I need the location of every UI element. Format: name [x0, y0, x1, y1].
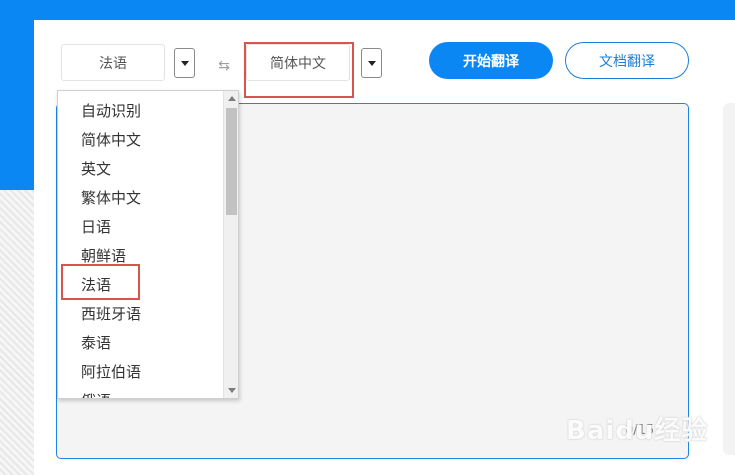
caret-down-icon	[367, 60, 376, 66]
header-blue-band	[0, 0, 735, 20]
scrollbar-thumb[interactable]	[226, 108, 237, 215]
dropdown-scrollbar[interactable]	[223, 91, 238, 398]
scroll-down-arrow-icon[interactable]	[228, 388, 236, 393]
hatched-background	[0, 190, 34, 475]
target-language-label: 简体中文	[270, 55, 326, 72]
baidu-watermark: Baidu经验	[566, 416, 709, 446]
language-option-japanese[interactable]: 日语	[58, 213, 222, 242]
language-option-korean[interactable]: 朝鲜语	[58, 242, 222, 271]
language-option-arabic[interactable]: 阿拉伯语	[58, 358, 222, 387]
language-option-simplified-chinese[interactable]: 简体中文	[58, 126, 222, 155]
scroll-up-arrow-icon[interactable]	[228, 96, 236, 101]
swap-languages-icon[interactable]: ⇆	[214, 56, 234, 76]
language-option-thai[interactable]: 泰语	[58, 329, 222, 358]
source-language-select[interactable]: 法语	[61, 44, 165, 81]
language-options-list: 自动识别 简体中文 英文 繁体中文 日语 朝鲜语 法语 西班牙语 泰语 阿拉伯语…	[58, 91, 222, 398]
language-option-english[interactable]: 英文	[58, 155, 222, 184]
language-option-french[interactable]: 法语	[58, 271, 222, 300]
language-option-auto[interactable]: 自动识别	[58, 97, 222, 126]
result-panel-edge	[723, 103, 735, 455]
language-option-spanish[interactable]: 西班牙语	[58, 300, 222, 329]
start-translate-button[interactable]: 开始翻译	[429, 42, 553, 79]
target-language-dropdown-button[interactable]	[361, 48, 382, 78]
document-translate-button[interactable]: 文档翻译	[565, 42, 689, 79]
target-language-select[interactable]: 简体中文	[246, 44, 350, 81]
source-language-dropdown-menu: 自动识别 简体中文 英文 繁体中文 日语 朝鲜语 法语 西班牙语 泰语 阿拉伯语…	[57, 90, 239, 399]
language-option-russian[interactable]: 俄语	[58, 387, 222, 398]
language-option-traditional-chinese[interactable]: 繁体中文	[58, 184, 222, 213]
caret-down-icon	[180, 60, 189, 66]
left-blue-band	[0, 0, 34, 190]
source-language-dropdown-button[interactable]	[174, 48, 195, 78]
source-language-label: 法语	[99, 55, 127, 72]
